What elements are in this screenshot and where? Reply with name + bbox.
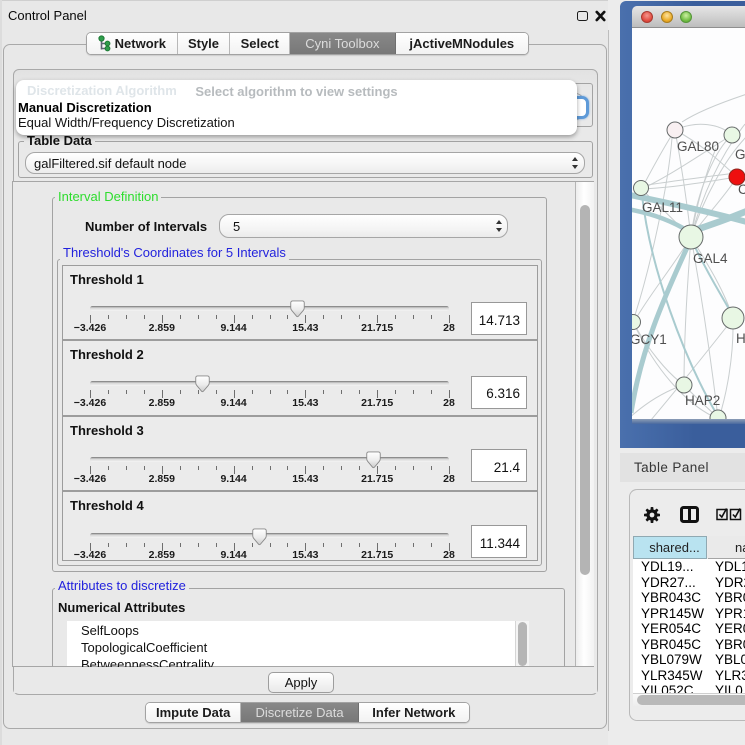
svg-text:GAL11: GAL11 bbox=[642, 200, 683, 215]
svg-text:GAL80: GAL80 bbox=[677, 139, 719, 154]
svg-text:GAL4: GAL4 bbox=[693, 251, 728, 266]
svg-text:C: C bbox=[738, 182, 745, 197]
svg-text:HAP2: HAP2 bbox=[685, 393, 720, 408]
svg-text:GCY1: GCY1 bbox=[632, 332, 667, 347]
svg-text:GA: GA bbox=[735, 147, 745, 162]
svg-text:H: H bbox=[736, 331, 745, 346]
